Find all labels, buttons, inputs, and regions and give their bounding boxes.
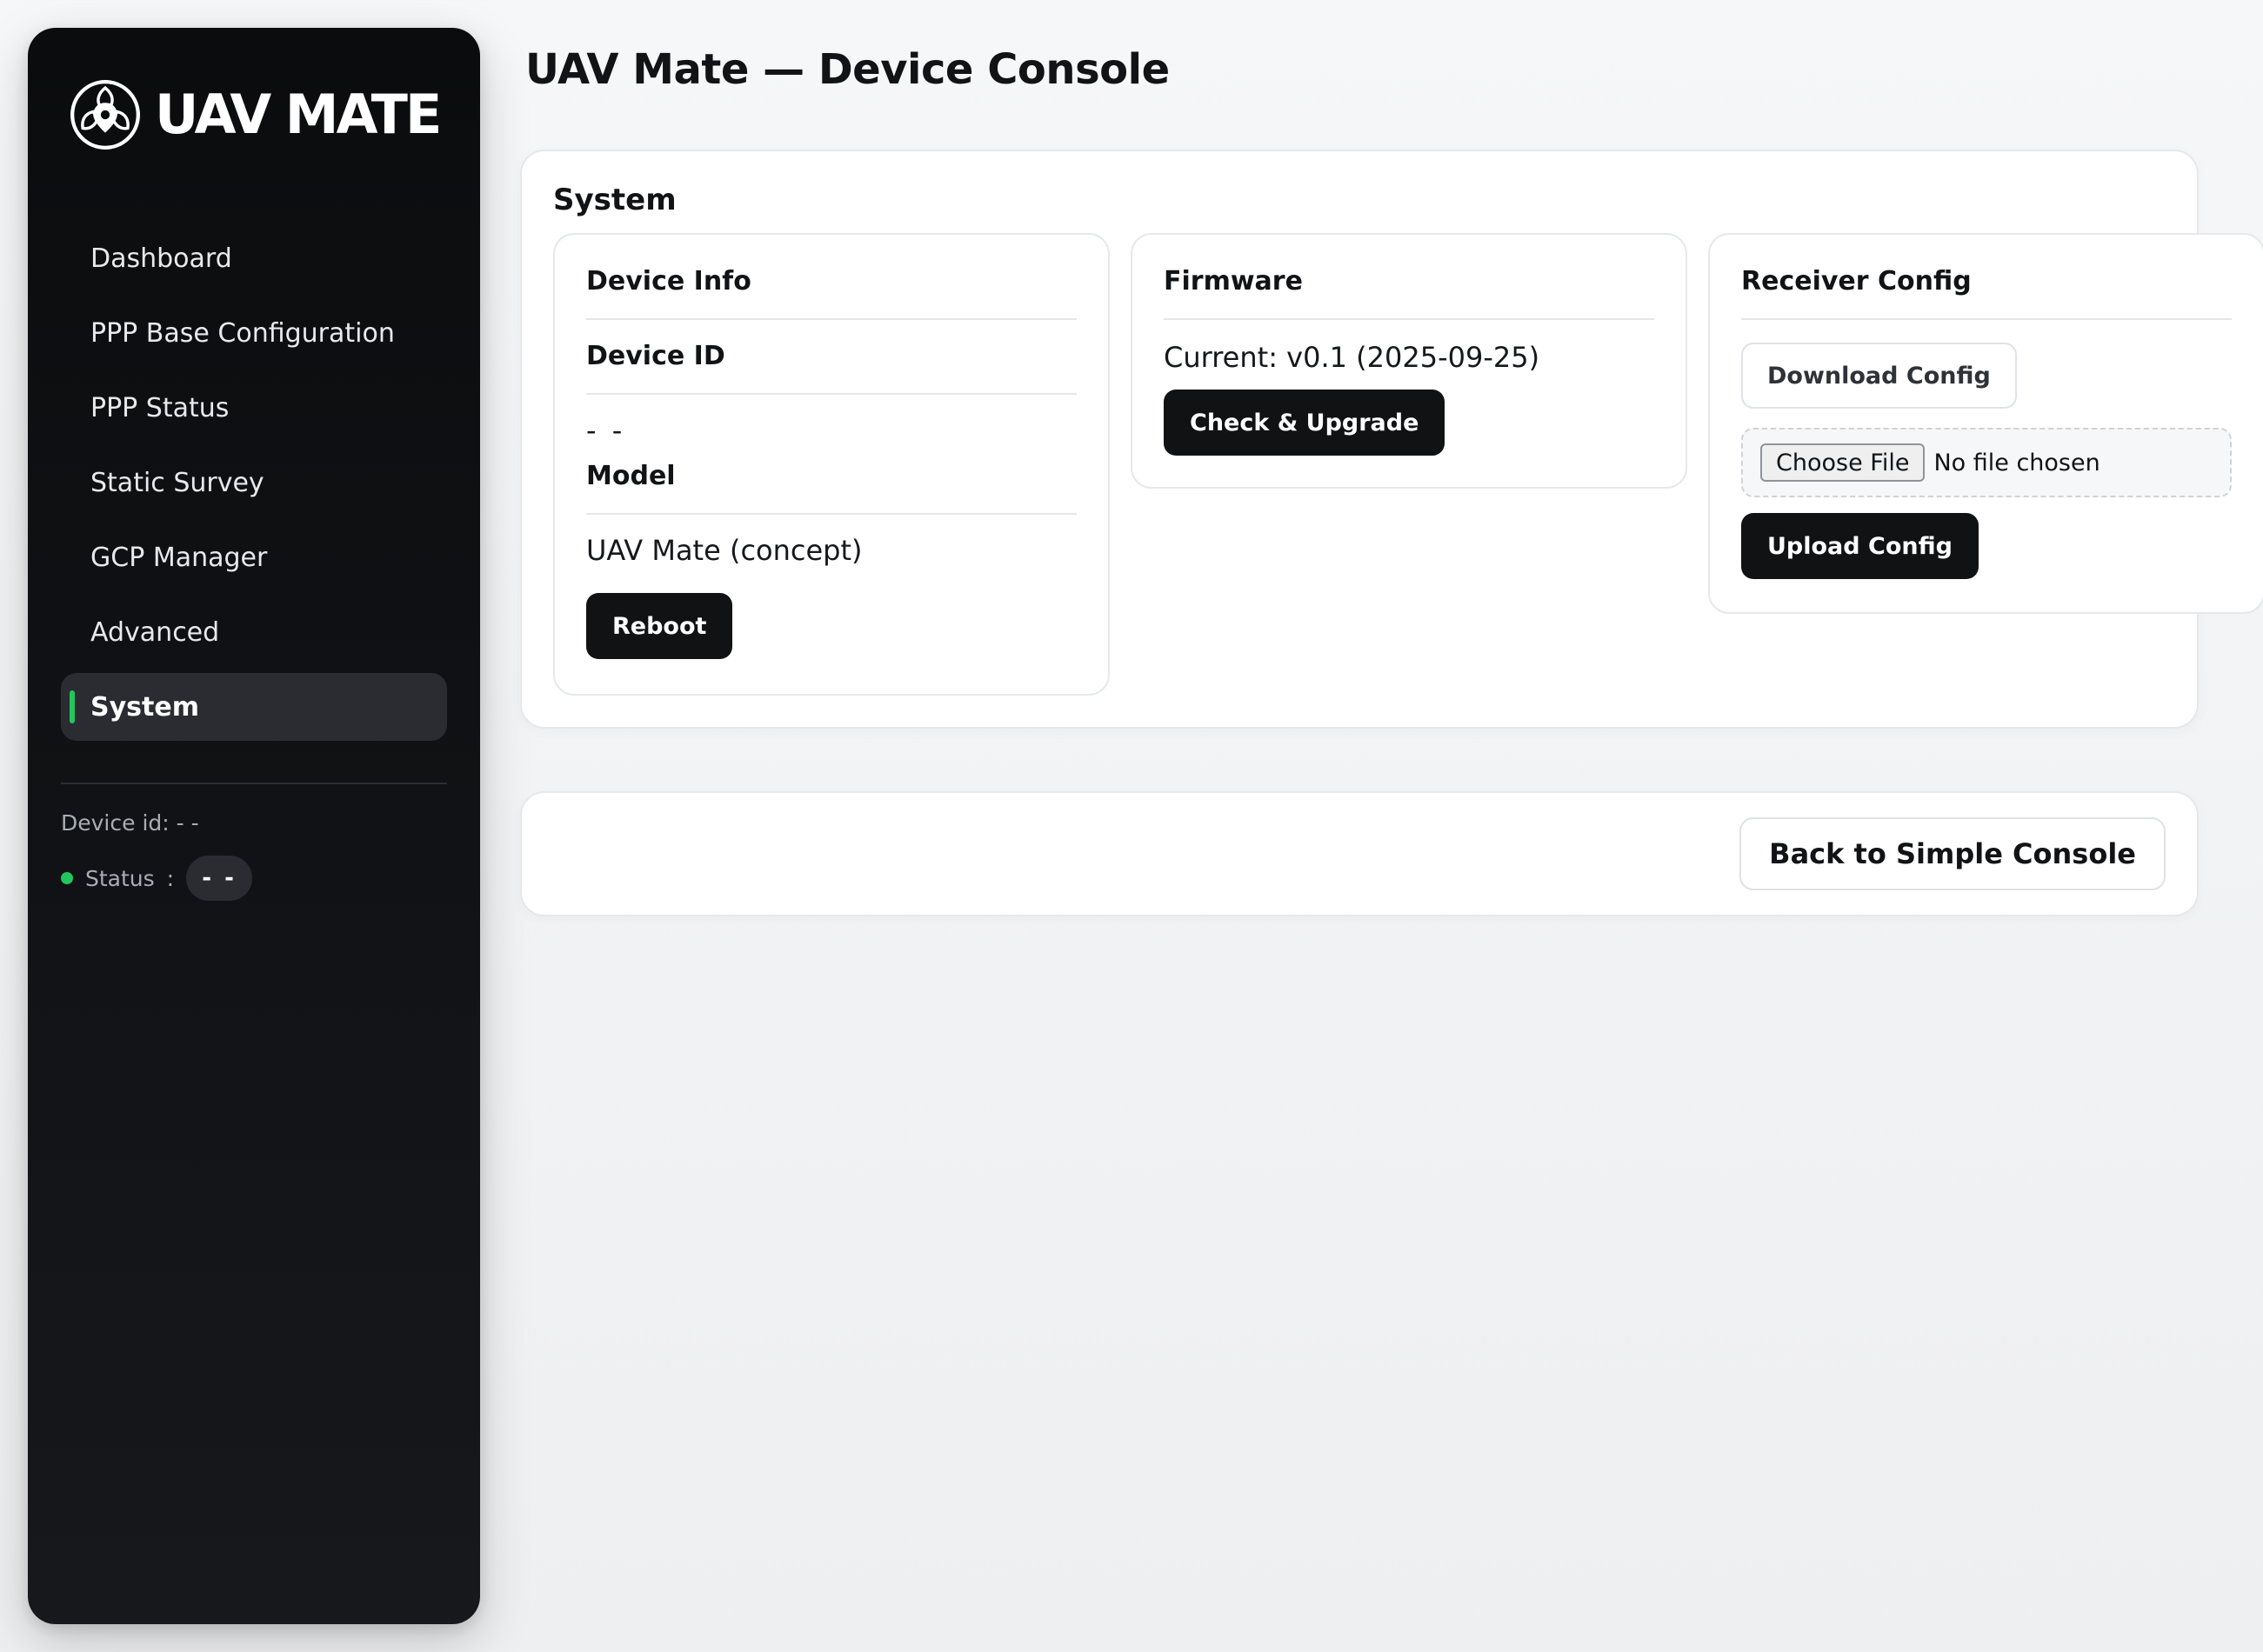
sidebar-nav: Dashboard PPP Base Configuration PPP Sta…: [61, 224, 447, 748]
sidebar-item-gcp-manager[interactable]: GCP Manager: [61, 523, 447, 591]
firmware-current-version: Current: v0.1 (2025-09-25): [1164, 341, 1540, 374]
divider: [1164, 318, 1654, 320]
divider: [586, 393, 1077, 395]
sidebar-item-advanced[interactable]: Advanced: [61, 598, 447, 666]
reboot-button[interactable]: Reboot: [586, 593, 733, 659]
sidebar: UAV MATE Dashboard PPP Base Configuratio…: [28, 28, 480, 1624]
drone-propeller-pin-icon: [70, 80, 140, 150]
sidebar-item-dashboard[interactable]: Dashboard: [61, 224, 447, 292]
page-title: UAV Mate — Device Console: [525, 45, 1170, 94]
system-panel-title: System: [553, 183, 677, 217]
firmware-title: Firmware: [1164, 266, 1303, 296]
file-status: No file chosen: [1933, 449, 2100, 476]
device-info-card: Device Info Device ID - - Model UAV Mate…: [553, 233, 1110, 696]
device-id-label: Device ID: [586, 341, 725, 371]
system-panel: System Device Info Device ID - - Model U…: [520, 150, 2263, 729]
check-upgrade-button[interactable]: Check & Upgrade: [1164, 390, 1445, 456]
choose-file-button[interactable]: Choose File: [1760, 443, 1926, 482]
back-to-simple-console-button[interactable]: Back to Simple Console: [1739, 817, 2166, 890]
model-label: Model: [586, 461, 676, 491]
receiver-config-title: Receiver Config: [1741, 266, 1972, 296]
firmware-card: Firmware Current: v0.1 (2025-09-25) Chec…: [1131, 233, 1687, 489]
brand-name: UAV MATE: [155, 83, 442, 146]
status-label: Status: [85, 865, 155, 891]
sidebar-item-ppp-status[interactable]: PPP Status: [61, 374, 447, 442]
sidebar-item-ppp-base-configuration[interactable]: PPP Base Configuration: [61, 299, 447, 367]
file-upload-field[interactable]: Choose File No file chosen: [1741, 428, 2232, 497]
sidebar-status: Status : - -: [61, 856, 253, 901]
sidebar-device-id: Device id: - -: [61, 810, 199, 836]
download-config-button[interactable]: Download Config: [1741, 343, 2017, 409]
divider: [586, 513, 1077, 515]
device-info-title: Device Info: [586, 266, 751, 296]
brand[interactable]: UAV MATE: [68, 71, 442, 158]
footer-panel: Back to Simple Console: [520, 791, 2199, 916]
sidebar-item-static-survey[interactable]: Static Survey: [61, 449, 447, 516]
divider: [586, 318, 1077, 320]
receiver-config-card: Receiver Config Download Config Choose F…: [1708, 233, 2263, 614]
divider: [1741, 318, 2232, 320]
sidebar-item-system[interactable]: System: [61, 673, 447, 741]
upload-config-button[interactable]: Upload Config: [1741, 513, 1979, 579]
status-dot-icon: [61, 872, 73, 884]
status-badge: - -: [186, 856, 253, 901]
device-id-value: - -: [586, 414, 626, 447]
model-value: UAV Mate (concept): [586, 534, 863, 567]
status-separator: :: [166, 865, 175, 891]
sidebar-divider: [61, 783, 447, 784]
